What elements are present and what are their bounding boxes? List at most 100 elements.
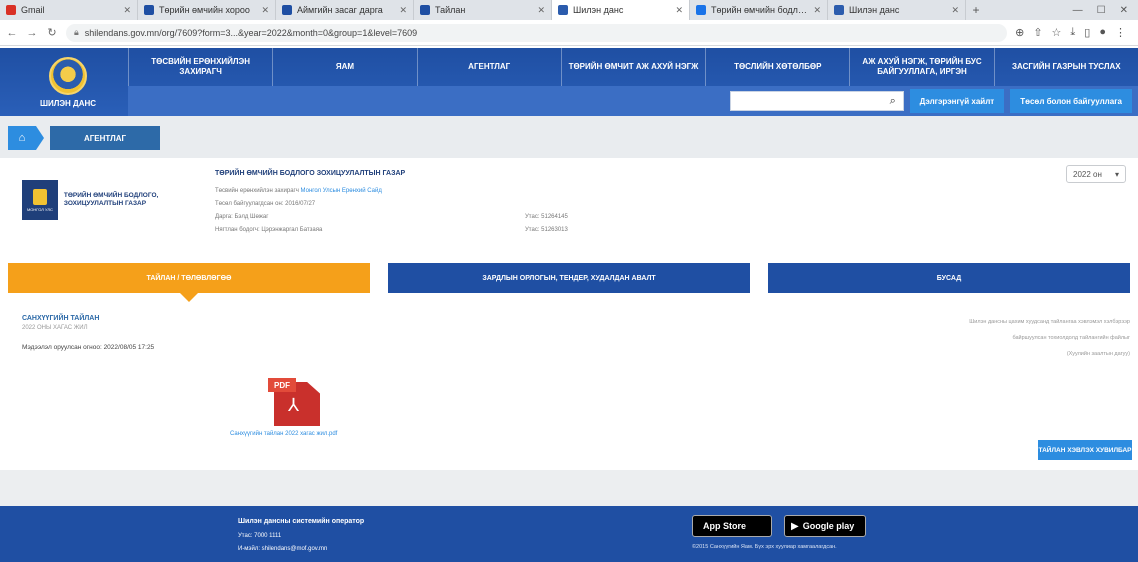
close-window-icon[interactable]: ✕ — [1120, 5, 1128, 16]
nav-item-entities-citizens[interactable]: АЖ АХУЙ НЭГЖ, ТӨРИЙН БУС БАЙГУУЛЛАГА, ИР… — [849, 48, 993, 86]
window-controls: — ☐ ✕ — [1073, 0, 1138, 20]
info-label: Нягтлан бодогч: Цэрэнжаргал Батзаяа — [215, 226, 323, 233]
sidebar-icon[interactable]: ▯ — [1084, 26, 1090, 39]
play-icon: ▶ — [791, 520, 799, 532]
nav-item-state-enterprise[interactable]: ТӨРИЙН ӨМЧИТ АЖ АХУЙ НЭГЖ — [560, 48, 705, 86]
nav-item-project-program[interactable]: ТӨСЛИЙН ХӨТӨЛБӨР — [705, 48, 849, 86]
footer-email[interactable]: И-мэйл: shilendans@mof.gov.mn — [238, 546, 327, 552]
info-value: Утас: 51263013 — [525, 226, 568, 233]
browser-tab[interactable]: Тайлан ✕ — [414, 0, 552, 20]
tab-other[interactable]: БУСАД — [768, 263, 1130, 293]
header-subbar: ⌕ Дэлгэрэнгүй хайлт Төсөл болон байгуулл… — [128, 86, 1138, 116]
footer-phone: Утас: 7000 1111 — [238, 533, 282, 539]
breadcrumb-current[interactable]: АГЕНТЛАГ — [50, 126, 160, 150]
home-icon[interactable]: ⌂ — [8, 126, 44, 150]
browser-extension-icons: ⊕ ⇧ ☆ ⤓ ▯ ● ⋮ — [1015, 26, 1132, 39]
breadcrumb-band — [0, 116, 1138, 158]
footer-copyright: ©2015 Санхүүгийн Яам. Бүх эрх хуулиар ха… — [692, 544, 837, 550]
back-icon[interactable]: ← — [6, 27, 18, 39]
minimize-icon[interactable]: — — [1073, 5, 1083, 16]
footer-title: Шилэн дансны системийн оператор — [238, 518, 365, 525]
new-tab-icon[interactable]: + — [966, 0, 986, 20]
info-label: Төсвийн ерөнхийлэн захирагч Монгол Улсын… — [215, 187, 382, 194]
organization-info-row: Нягтлан бодогч: Цэрэнжаргал Батзаяа Утас… — [215, 223, 635, 236]
nav-item-budget-governors[interactable]: ТӨСВИЙН ЕРӨНХИЙЛЭН ЗАХИРАГЧ — [128, 48, 272, 86]
search-icon[interactable]: ⌕ — [883, 92, 903, 110]
organization-info-row: Дарга: Бэлд Шөжаг Утас: 51264145 — [215, 210, 635, 223]
google-play-button[interactable]: ▶ Google play — [784, 515, 866, 537]
tab-title: Шилэн данс — [849, 5, 900, 15]
close-tab-icon[interactable]: ✕ — [813, 5, 821, 16]
profile-icon[interactable]: ● — [1099, 26, 1106, 39]
address-bar[interactable]: 🔒︎ shilendans.gov.mn/org/7609?form=3...&… — [66, 23, 1008, 42]
browser-toolbar: ← → ↻ 🔒︎ shilendans.gov.mn/org/7609?form… — [0, 20, 1138, 46]
main-navigation: ТӨСВИЙН ЕРӨНХИЙЛЭН ЗАХИРАГЧ ЯАМ АГЕНТЛАГ… — [128, 48, 1138, 86]
favicon-icon — [558, 5, 568, 15]
print-report-button[interactable]: ТАЙЛАН ХЭВЛЭХ ХУВИЛБАР — [1038, 440, 1132, 460]
section-tabs: ТАЙЛАН / ТӨЛӨВЛӨГӨӨ ЗАРДЛЫН ОРЛОГЫН, ТЕН… — [8, 263, 1130, 302]
nav-item-government-assistant[interactable]: ЗАСГИЙН ГАЗРЫН ТУСЛАХ — [993, 48, 1138, 86]
organization-emblem-icon — [32, 188, 47, 205]
favicon-icon — [420, 5, 430, 15]
breadcrumb: ⌂ АГЕНТЛАГ — [8, 126, 160, 150]
browser-tab[interactable]: Шилэн данс ✕ — [828, 0, 966, 20]
close-tab-icon[interactable]: ✕ — [399, 5, 407, 16]
browser-tab[interactable]: Төрийн өмчийн бодлого ✕ — [690, 0, 828, 20]
download-icon[interactable]: ⤓ — [1070, 26, 1075, 39]
projects-organizations-button[interactable]: Төсөл болон байгууллага — [1010, 89, 1132, 113]
nav-item-agency[interactable]: АГЕНТЛАГ — [416, 48, 561, 86]
browser-tab[interactable]: Аймгийн засаг дарга ✕ — [276, 0, 414, 20]
share-icon[interactable]: ⇧ — [1033, 26, 1042, 39]
nav-item-ministry[interactable]: ЯАМ — [272, 48, 416, 86]
close-tab-icon[interactable]: ✕ — [537, 5, 545, 16]
tab-reports[interactable]: ТАЙЛАН / ТӨЛӨВЛӨГӨӨ — [8, 263, 370, 302]
state-emblem-icon — [49, 56, 87, 95]
organization-logo: МОНГОЛ УЛС ТӨРИЙН ӨМЧИЙН БОДЛОГО, ЗОХИЦУ… — [22, 180, 192, 220]
search-input[interactable] — [730, 92, 883, 110]
info-label: Дарга: Бэлд Шөжаг — [215, 213, 269, 220]
site-logo[interactable]: ШИЛЭН ДАНС — [8, 48, 128, 116]
translate-icon[interactable]: ⊕ — [1015, 26, 1024, 39]
info-label: Төсөл байгуулагдсан он: 2016/07/27 — [215, 200, 316, 207]
tab-title: Аймгийн засаг дарга — [297, 5, 383, 15]
organization-title: ТӨРИЙН ӨМЧИЙН БОДЛОГО ЗОХИЦУУЛАЛТЫН ГАЗА… — [215, 170, 406, 177]
year-select[interactable]: 2022 он ▾ — [1066, 165, 1126, 183]
report-note-line: байршуулсан тохиолдолд тайлангийн файлыг — [1012, 335, 1130, 341]
organization-info-row: Төсвийн ерөнхийлэн захирагч Монгол Улсын… — [215, 184, 635, 197]
star-icon[interactable]: ☆ — [1052, 26, 1062, 39]
menu-icon[interactable]: ⋮ — [1115, 26, 1126, 39]
lock-icon: 🔒︎ — [74, 27, 79, 37]
budget-governor-link[interactable]: Монгол Улсын Ерөнхий Сайд — [301, 188, 382, 194]
close-tab-icon[interactable]: ✕ — [123, 5, 131, 16]
browser-tab[interactable]: Gmail ✕ — [0, 0, 138, 20]
reload-icon[interactable]: ↻ — [46, 26, 58, 39]
pdf-filename-link[interactable]: Санхүүгийн тайлан 2022 хагас жил.pdf — [230, 431, 337, 437]
close-tab-icon[interactable]: ✕ — [261, 5, 269, 16]
favicon-icon — [834, 5, 844, 15]
report-note: Шилэн дансны цахим хуудсанд тайлангаа хэ… — [810, 314, 1130, 362]
pdf-file-icon[interactable]: PDF ⅄ — [268, 378, 324, 426]
url-text: shilendans.gov.mn/org/7609?form=3...&yea… — [84, 27, 418, 38]
browser-tab-active[interactable]: Шилэн данс ✕ — [552, 0, 690, 20]
advanced-search-button[interactable]: Дэлгэрэнгүй хайлт — [909, 89, 1005, 113]
report-note-line: (Хуулийн заалтын дагуу) — [1066, 351, 1130, 357]
info-value: Утас: 51264145 — [525, 213, 568, 220]
organization-badge: МОНГОЛ УЛС — [22, 180, 58, 220]
tab-title: Шилэн данс — [573, 5, 624, 15]
browser-tab[interactable]: Төрийн өмчийн хороо ✕ — [138, 0, 276, 20]
lower-band — [0, 470, 1138, 506]
favicon-icon — [282, 5, 292, 15]
close-tab-icon[interactable]: ✕ — [675, 5, 683, 16]
search-box: ⌕ — [729, 91, 904, 111]
forward-icon[interactable]: → — [26, 27, 38, 39]
close-tab-icon[interactable]: ✕ — [951, 5, 959, 16]
report-title[interactable]: САНХҮҮГИЙН ТАЙЛАН — [22, 315, 99, 322]
favicon-icon — [696, 5, 706, 15]
maximize-icon[interactable]: ☐ — [1097, 5, 1106, 16]
chevron-down-icon: ▾ — [1114, 169, 1119, 179]
tab-title: Төрийн өмчийн хороо — [159, 5, 250, 15]
site-header: ШИЛЭН ДАНС ТӨСВИЙН ЕРӨНХИЙЛЭН ЗАХИРАГЧ Я… — [0, 48, 1138, 116]
tab-expenses-tenders[interactable]: ЗАРДЛЫН ОРЛОГЫН, ТЕНДЕР, ХУДАЛДАН АВАЛТ — [388, 263, 750, 293]
app-store-button[interactable]: App Store — [692, 515, 772, 537]
app-store-label: App Store — [703, 521, 747, 531]
